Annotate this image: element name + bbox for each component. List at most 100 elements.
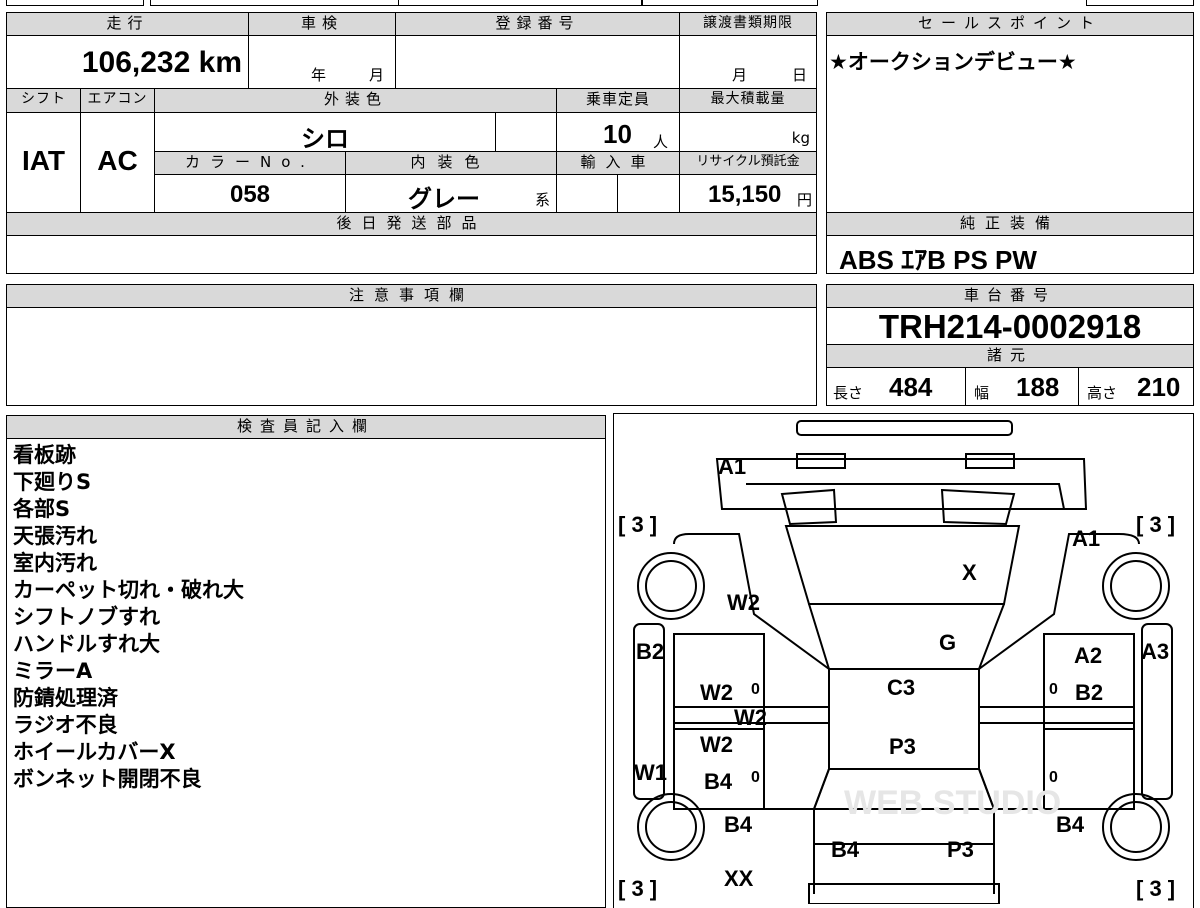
note-line: 下廻りS	[13, 470, 92, 494]
note-line: カーペット切れ・破れ大	[13, 578, 244, 602]
sales-point-value: ★オークションデビュー★	[829, 50, 1077, 74]
damage-code: P3	[889, 734, 916, 759]
ac-cell: AC	[80, 112, 155, 213]
note-line: ミラーA	[13, 659, 93, 683]
tire-mark-rear-right: [ 3 ]	[1136, 876, 1175, 901]
note-line: ラジオ不良	[13, 713, 118, 737]
chassis-cell: TRH214-0002918	[826, 307, 1194, 345]
capacity-cell: 10 人	[556, 112, 680, 152]
transfer-day: 日	[792, 66, 808, 84]
shift-cell: IAT	[6, 112, 81, 213]
load-cell: kg	[679, 112, 817, 152]
caution-header: 注意事項欄	[6, 284, 817, 308]
color-no-header: カラーNo.	[154, 151, 346, 175]
damage-code: A1	[718, 454, 746, 479]
damage-code: W2	[700, 732, 733, 757]
capacity-value: 10	[603, 119, 632, 149]
note-line: シフトノブすれ	[13, 605, 160, 629]
interior-value: グレー	[408, 186, 480, 213]
damage-code: G	[939, 630, 956, 655]
length-value: 484	[889, 372, 933, 402]
interior-cell: グレー 系	[345, 174, 557, 213]
color-no-cell: 058	[154, 174, 346, 213]
damage-code: XX	[724, 866, 754, 891]
damage-code: B2	[636, 639, 664, 664]
inspection-month: 月	[369, 66, 385, 84]
svg-text:0: 0	[751, 681, 760, 698]
width-value: 188	[1016, 372, 1060, 402]
damage-code: B4	[1056, 812, 1085, 837]
note-line: 看板跡	[13, 443, 76, 467]
damage-codes: A1 X A1 W2 G B2 A2 A3 W2 C3 B2 W2 W2 P3 …	[634, 454, 1169, 891]
mileage-value: 106,232 km	[81, 46, 242, 79]
width-cell: 幅 188	[965, 367, 1079, 406]
mileage-cell: 106,232 km	[6, 35, 249, 89]
damage-code: P3	[947, 837, 974, 862]
later-parts-cell	[6, 235, 817, 274]
damage-code: B4	[704, 769, 733, 794]
width-label: 幅	[974, 384, 990, 402]
watermark: WEB STUDIO	[844, 784, 1061, 822]
ac-value: AC	[97, 145, 138, 176]
import-cell-left	[556, 174, 618, 213]
exterior-extra-cell	[495, 112, 557, 152]
recycle-cell: 15,150 円	[679, 174, 817, 213]
interior-header: 内装色	[345, 151, 557, 175]
later-parts-header: 後日発送部品	[6, 212, 817, 236]
damage-code: C3	[887, 675, 915, 700]
damage-code: A1	[1072, 526, 1100, 551]
length-cell: 長さ 484	[826, 367, 966, 406]
damage-code: W1	[634, 760, 667, 785]
import-cell-right	[617, 174, 680, 213]
tire-mark-rear-left: [ 3 ]	[618, 876, 657, 901]
vehicle-diagram-frame: 00 00 WEB STUDIO [ 3 ] [ 3 ] [ 3 ] [ 3 ]…	[613, 413, 1194, 908]
tire-mark-front-left: [ 3 ]	[618, 512, 657, 537]
capacity-unit: 人	[653, 133, 669, 151]
note-line: 防錆処理済	[13, 686, 118, 710]
transfer-month: 月	[732, 66, 748, 84]
sales-point-cell: ★オークションデビュー★	[826, 35, 1194, 213]
equipment-value: ABS ｴｱB PS PW	[839, 245, 1037, 275]
transfer-deadline-header: 譲渡書類期限	[679, 12, 817, 36]
inspector-notes: 看板跡 下廻りS 各部S 天張汚れ 室内汚れ カーペット切れ・破れ大 シフトノブ…	[13, 442, 244, 793]
interior-suffix: 系	[534, 191, 550, 209]
inspector-header: 検査員記入欄	[6, 415, 606, 439]
exterior-header: 外装色	[154, 88, 557, 113]
vehicle-diagram: 00 00 WEB STUDIO [ 3 ] [ 3 ] [ 3 ] [ 3 ]…	[618, 420, 1175, 904]
import-header: 輸入車	[556, 151, 680, 175]
damage-code: B4	[831, 837, 860, 862]
damage-code: B2	[1075, 680, 1103, 705]
dimensions-header: 諸元	[826, 344, 1194, 368]
load-header: 最大積載量	[679, 88, 817, 113]
damage-code: W2	[700, 680, 733, 705]
equipment-cell: ABS ｴｱB PS PW	[826, 235, 1194, 275]
registration-cell	[395, 35, 680, 89]
chassis-value: TRH214-0002918	[878, 308, 1142, 345]
exterior-value: シロ	[301, 126, 349, 153]
inspection-cell: 年 月	[248, 35, 396, 89]
shift-header: シフト	[6, 88, 81, 113]
note-line: ハンドルすれ大	[13, 632, 160, 656]
note-line: ボンネット開閉不良	[13, 767, 202, 791]
inspector-cell: 看板跡 下廻りS 各部S 天張汚れ 室内汚れ カーペット切れ・破れ大 シフトノブ…	[6, 438, 606, 908]
damage-code: A2	[1074, 643, 1102, 668]
registration-header: 登録番号	[395, 12, 680, 36]
sales-point-header: セールスポイント	[826, 12, 1194, 36]
damage-code: A3	[1141, 639, 1169, 664]
recycle-unit: 円	[796, 191, 812, 209]
damage-code: W2	[727, 590, 760, 615]
height-cell: 高さ 210	[1078, 367, 1194, 406]
height-value: 210	[1137, 372, 1181, 402]
damage-code: X	[962, 560, 977, 585]
shift-value: IAT	[21, 145, 66, 176]
damage-code: B4	[724, 812, 753, 837]
exterior-cell: シロ	[154, 112, 496, 153]
load-unit: kg	[791, 129, 810, 147]
top-strip	[6, 0, 1194, 6]
recycle-header: リサイクル預託金	[679, 151, 817, 175]
inspection-header: 車検	[248, 12, 396, 36]
note-line: 室内汚れ	[13, 551, 97, 575]
color-no-value: 058	[229, 181, 271, 208]
caution-cell	[6, 307, 817, 406]
transfer-cell: 月 日	[679, 35, 817, 89]
